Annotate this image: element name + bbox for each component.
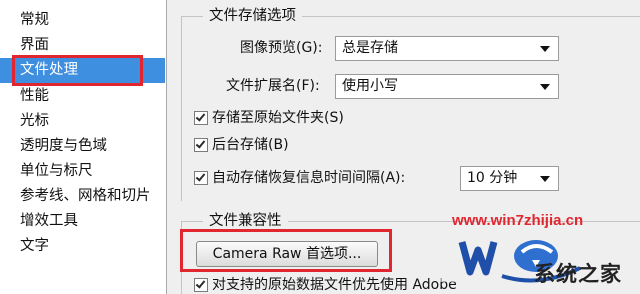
category-units-rulers[interactable]: 单位与标尺: [0, 159, 165, 184]
category-general[interactable]: 常规: [0, 8, 165, 33]
prefer-raw-label: 对支持的原始数据文件优先使用 Adobe: [212, 277, 457, 293]
preferences-category-list: 常规 界面 文件处理 性能 光标 透明度与色域 单位与标尺 参考线、网格和切片 …: [0, 0, 167, 294]
chevron-down-icon: [540, 84, 550, 90]
file-saving-options-title: 文件存储选项: [203, 6, 302, 26]
file-extension-label: 文件扩展名(F):: [226, 78, 320, 94]
watermark-name: 系统之家: [534, 262, 622, 286]
checkmark-icon: [195, 111, 206, 122]
group-border-left: [181, 16, 182, 201]
image-preview-select[interactable]: 总是存储: [335, 36, 559, 61]
file-extension-value: 使用小写: [342, 78, 398, 94]
file-extension-select[interactable]: 使用小写: [335, 74, 559, 99]
prefer-raw-checkbox[interactable]: [194, 278, 208, 292]
background-save-checkbox[interactable]: [194, 138, 208, 152]
category-type[interactable]: 文字: [0, 234, 165, 259]
background-save-label: 后台存储(B): [212, 137, 289, 153]
category-transparency-gamut[interactable]: 透明度与色域: [0, 134, 165, 159]
file-compatibility-title: 文件兼容性: [203, 211, 288, 231]
save-to-original-checkbox[interactable]: [194, 111, 208, 125]
annotation-highlight-box: [180, 229, 392, 272]
watermark-url: www.win7zhijia.cn: [452, 212, 584, 229]
checkmark-icon: [195, 171, 206, 182]
image-preview-value: 总是存储: [342, 40, 398, 56]
chevron-down-icon: [540, 46, 550, 52]
auto-save-interval-select[interactable]: 10 分钟: [460, 166, 559, 191]
category-cursors[interactable]: 光标: [0, 109, 165, 134]
category-performance[interactable]: 性能: [0, 84, 165, 109]
annotation-highlight-box: [12, 55, 143, 86]
category-guides-grid-slices[interactable]: 参考线、网格和切片: [0, 184, 165, 209]
category-plugins[interactable]: 增效工具: [0, 209, 165, 234]
auto-save-checkbox[interactable]: [194, 171, 208, 185]
save-to-original-label: 存储至原始文件夹(S): [212, 110, 344, 126]
checkmark-icon: [195, 278, 206, 289]
checkmark-icon: [195, 138, 206, 149]
chevron-down-icon: [540, 176, 550, 182]
image-preview-label: 图像预览(G):: [240, 40, 323, 56]
auto-save-interval-value: 10 分钟: [467, 170, 518, 186]
auto-save-label: 自动存储恢复信息时间间隔(A):: [212, 170, 406, 186]
